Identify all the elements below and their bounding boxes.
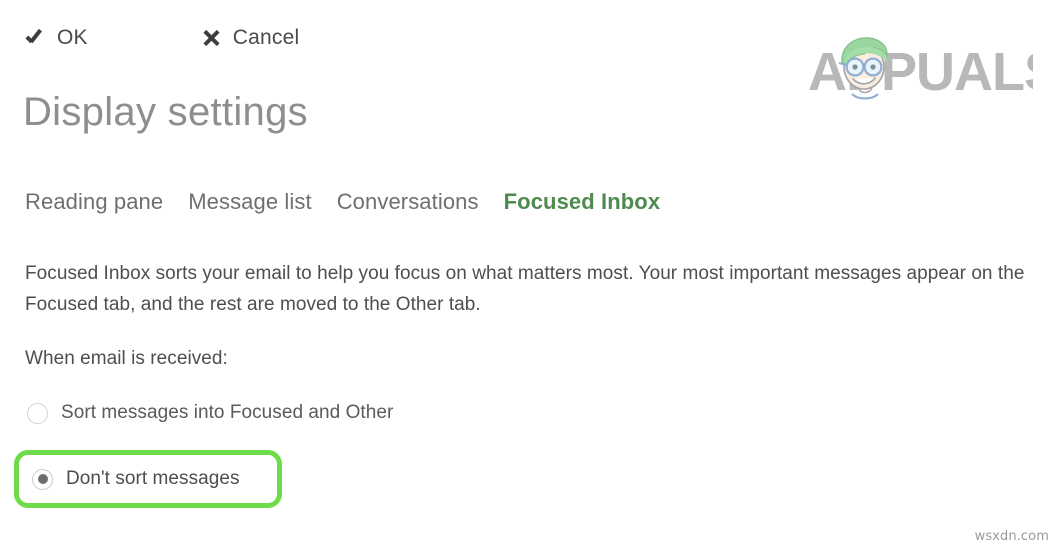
site-watermark: wsxdn.com (974, 529, 1049, 544)
ok-button[interactable]: OK (25, 26, 88, 48)
settings-tabs: Reading pane Message list Conversations … (25, 189, 660, 215)
radio-icon-selected[interactable] (32, 468, 53, 490)
radio-option-sort-messages[interactable]: Sort messages into Focused and Other (27, 396, 393, 430)
logo-wordmark: APPUALS (808, 42, 1033, 102)
tab-conversations[interactable]: Conversations (337, 189, 479, 215)
ok-button-label: OK (57, 25, 88, 49)
appuals-logo: APPUALS (808, 36, 1033, 102)
close-x-icon (201, 26, 223, 48)
page-title: Display settings (23, 90, 308, 134)
when-email-received-label: When email is received: (25, 348, 228, 369)
tab-message-list[interactable]: Message list (188, 189, 311, 215)
cancel-button-label: Cancel (232, 25, 300, 49)
radio-option-dont-sort-messages-label: Don't sort messages (66, 468, 240, 489)
command-bar: OK Cancel (25, 26, 299, 48)
tab-reading-pane[interactable]: Reading pane (25, 189, 163, 215)
focused-inbox-description: Focused Inbox sorts your email to help y… (25, 263, 1025, 315)
radio-icon-unselected[interactable] (27, 402, 48, 424)
radio-option-sort-messages-label: Sort messages into Focused and Other (61, 402, 394, 423)
email-sorting-radio-group: Sort messages into Focused and Other Don… (14, 396, 393, 508)
tab-focused-inbox[interactable]: Focused Inbox (504, 189, 661, 215)
radio-option-dont-sort-messages[interactable]: Don't sort messages (14, 450, 282, 508)
cancel-button[interactable]: Cancel (201, 26, 300, 48)
check-icon (25, 26, 47, 48)
